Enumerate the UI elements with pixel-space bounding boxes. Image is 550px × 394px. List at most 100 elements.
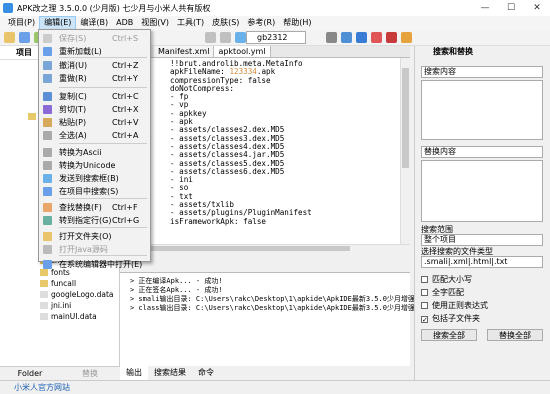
- folder-tab[interactable]: Folder: [0, 367, 60, 380]
- menu-project[interactable]: 项目(P): [4, 16, 39, 30]
- menu-item-open-folder[interactable]: 打开文件夹(O): [39, 230, 150, 243]
- scope-select[interactable]: 整个项目: [421, 234, 543, 246]
- tab-apktool[interactable]: apktool.yml: [214, 46, 271, 57]
- replace-all-button[interactable]: 替换全部: [487, 329, 543, 341]
- open-folder-icon: [43, 232, 52, 241]
- filetype-select[interactable]: .smali|.xml|.html|.txt: [421, 256, 543, 268]
- weibo-icon[interactable]: [371, 32, 382, 43]
- tab-command[interactable]: 命令: [192, 366, 220, 380]
- menu-item-label: 粘贴(P): [59, 118, 87, 127]
- translate-icon[interactable]: [341, 32, 352, 43]
- menu-item-label: 转换为Unicode: [59, 161, 116, 170]
- code-editor[interactable]: !!brut.androlib.meta.MetaInfo apkFileName…: [120, 58, 406, 244]
- menu-skin[interactable]: 皮肤(S): [208, 16, 243, 30]
- favorite-icon[interactable]: [386, 32, 397, 43]
- menu-item-label: 重做(R): [59, 74, 87, 83]
- editor-vertical-scrollbar[interactable]: [400, 58, 410, 244]
- tree-item[interactable]: funcall: [40, 279, 76, 288]
- menu-item-cut[interactable]: 剪切(T) Ctrl+X: [39, 103, 150, 116]
- search-all-button[interactable]: 搜索全部: [421, 329, 477, 341]
- menu-item-label: 转换为Ascii: [59, 148, 102, 157]
- info-icon[interactable]: [356, 32, 367, 43]
- menu-adb[interactable]: ADB: [112, 16, 137, 30]
- tab-search-results[interactable]: 搜索结果: [148, 366, 192, 380]
- search-input[interactable]: 搜索内容: [421, 66, 543, 78]
- menu-item-search-in-project[interactable]: 在项目中搜索(S): [39, 185, 150, 198]
- copy-icon: [43, 92, 52, 101]
- menu-item-redo[interactable]: 重做(R) Ctrl+Y: [39, 72, 150, 85]
- menu-item-select-all[interactable]: 全选(A) Ctrl+A: [39, 129, 150, 142]
- menu-item-send-to-search[interactable]: 发送到搜索框(B): [39, 172, 150, 185]
- undo-icon: [43, 61, 52, 70]
- tree-item[interactable]: jni.ini: [40, 301, 71, 310]
- to-ascii-icon: [43, 148, 52, 157]
- file-icon: [40, 302, 48, 309]
- tab-output[interactable]: 输出: [120, 366, 148, 380]
- status-bar: 小米人官方网站: [0, 380, 550, 394]
- whole-word-checkbox[interactable]: 全字匹配: [421, 287, 464, 298]
- output-line: > class输出目录: C:\Users\rakc\Desktop\1\apk…: [130, 304, 444, 312]
- menu-item-copy[interactable]: 复制(C) Ctrl+C: [39, 90, 150, 103]
- menu-edit[interactable]: 编辑(E): [39, 16, 77, 30]
- menu-tools[interactable]: 工具(T): [173, 16, 208, 30]
- menu-separator: [59, 198, 147, 199]
- menu-item-shortcut: Ctrl+V: [112, 118, 139, 127]
- tab-manifest[interactable]: Manifest.xml: [154, 46, 215, 57]
- menu-item-to-unicode[interactable]: 转换为Unicode: [39, 159, 150, 172]
- regex-checkbox[interactable]: 使用正则表达式: [421, 300, 488, 311]
- include-subfolders-checkbox[interactable]: ✓ 包括子文件夹: [421, 313, 480, 324]
- save-icon: [43, 34, 52, 43]
- editor-horizontal-scrollbar[interactable]: [120, 244, 410, 252]
- menu-item-paste[interactable]: 粘贴(P) Ctrl+V: [39, 116, 150, 129]
- maximize-button[interactable]: ☐: [498, 0, 524, 16]
- microphone-icon[interactable]: [326, 32, 337, 43]
- menu-item-label: 全选(A): [59, 131, 87, 140]
- find-replace-icon: [43, 203, 52, 212]
- menu-item-shortcut: Ctrl+A: [112, 131, 139, 140]
- menu-item-save[interactable]: 保存(S) Ctrl+S: [39, 32, 150, 45]
- encoding-select[interactable]: gb2312: [246, 31, 306, 44]
- menu-item-find-replace[interactable]: 查找替换(F) Ctrl+F: [39, 201, 150, 214]
- edit-menu: 保存(S) Ctrl+S 重新加载(L) 撤消(U) Ctrl+Z 重做(R) Ctrl+Y…: [38, 29, 151, 269]
- open-icon[interactable]: [4, 32, 15, 43]
- redo-icon: [43, 74, 52, 83]
- menu-item-undo[interactable]: 撤消(U) Ctrl+Z: [39, 59, 150, 72]
- tree-item[interactable]: mainUI.data: [40, 312, 97, 321]
- menu-item-shortcut: Ctrl+Z: [112, 61, 139, 70]
- replace-text-area[interactable]: [421, 160, 543, 222]
- menu-item-to-ascii[interactable]: 转换为Ascii: [39, 146, 150, 159]
- title-bar: APK改之理 3.5.0.0 (少月版) 七少月与小米人共有版权 — ☐ ✕: [0, 0, 550, 16]
- project-panel-footer: Folder 替换: [0, 366, 120, 380]
- save-icon[interactable]: [19, 32, 30, 43]
- menu-item-label: 发送到搜索框(B): [59, 174, 119, 183]
- replace-input[interactable]: 替换内容: [421, 146, 543, 158]
- code-line: doNotCompress:: [170, 83, 235, 93]
- replace-button[interactable]: 替换: [60, 367, 120, 380]
- official-site-link[interactable]: 小米人官方网站: [14, 381, 70, 394]
- close-button[interactable]: ✕: [524, 0, 550, 16]
- tree-item[interactable]: googleLogo.data: [40, 290, 114, 299]
- match-case-checkbox[interactable]: 匹配大小写: [421, 274, 472, 285]
- settings-icon[interactable]: [401, 32, 412, 43]
- search-text-area[interactable]: [421, 80, 543, 140]
- redo-icon[interactable]: [220, 32, 231, 43]
- menu-build[interactable]: 编译(B): [76, 16, 112, 30]
- search-replace-panel: 搜索和替换 搜索内容 替换内容 搜索范围 整个项目 选择搜索的文件类型 .sma…: [414, 46, 550, 380]
- menu-item-goto-line[interactable]: 转到指定行(G) Ctrl+G: [39, 214, 150, 227]
- menu-view[interactable]: 视图(V): [137, 16, 173, 30]
- folder-icon: [28, 113, 36, 120]
- paste-icon: [43, 118, 52, 127]
- menu-item-label: 转到指定行(G): [59, 216, 112, 225]
- menu-item-shortcut: Ctrl+C: [112, 92, 139, 101]
- menu-help[interactable]: 帮助(H): [279, 16, 315, 30]
- menu-reference[interactable]: 参考(R): [243, 16, 279, 30]
- minimize-button[interactable]: —: [472, 0, 498, 16]
- undo-icon[interactable]: [205, 32, 216, 43]
- menu-item-label: 保存(S): [59, 34, 87, 43]
- search-icon[interactable]: [235, 32, 246, 43]
- file-icon: [40, 313, 48, 320]
- open-in-system-editor-icon: [43, 260, 52, 269]
- menu-item-open-in-system-editor[interactable]: 在系统编辑器中打开(E): [39, 258, 150, 271]
- menu-item-shortcut: Ctrl+Y: [112, 74, 138, 83]
- send-to-search-icon: [43, 174, 52, 183]
